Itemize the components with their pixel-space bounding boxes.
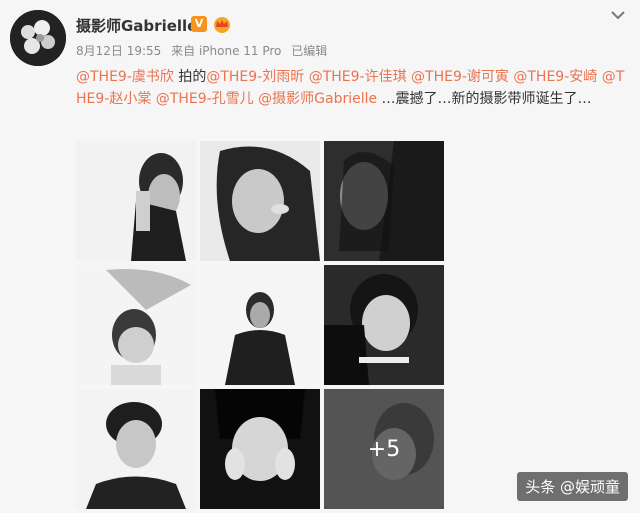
post-date[interactable]: 8月12日 19:55 [76,44,161,58]
more-photos-count: +5 [324,389,444,509]
post-text: @THE9-虞书欣 拍的@THE9-刘雨昕 @THE9-许佳琪 @THE9-谢可… [76,66,632,110]
photo-thumbnail[interactable] [324,141,444,261]
crown-icon [214,17,230,33]
watermark: 头条 @娱顽童 [517,472,628,501]
mention-link[interactable]: @THE9-谢可寅 [411,69,509,85]
post-meta: 8月12日 19:55 来自 iPhone 11 Pro 已编辑 [76,42,333,59]
mention-link[interactable]: @THE9-虞书欣 [76,69,174,85]
chevron-down-icon[interactable] [608,8,628,22]
mention-link[interactable]: @THE9-孔雪儿 [156,91,254,107]
text-fragment: …震撼了…新的摄影带师诞生了… [377,91,592,107]
mention-link[interactable]: @THE9-安崎 [513,69,597,85]
photo-thumbnail[interactable] [76,265,196,385]
mention-link[interactable]: @THE9-刘雨昕 [206,69,304,85]
avatar[interactable] [10,10,66,66]
post-source: 来自 iPhone 11 Pro [171,44,282,58]
photo-thumbnail[interactable] [324,265,444,385]
mention-link[interactable]: @THE9-许佳琪 [309,69,407,85]
photo-thumbnail[interactable] [76,389,196,509]
photo-thumbnail[interactable] [76,141,196,261]
photo-thumbnail[interactable] [200,141,320,261]
weibo-post-card: 摄影师Gabrielle V 8月12日 19:55 来自 iPhone 11 … [0,0,640,513]
photo-thumbnail[interactable] [200,389,320,509]
verified-badge-icon: V [191,16,207,32]
photo-thumbnail-more[interactable]: +5 [324,389,444,509]
username[interactable]: 摄影师Gabrielle [76,15,197,36]
mention-link[interactable]: @摄影师Gabrielle [258,91,377,107]
edited-label[interactable]: 已编辑 [291,44,327,58]
text-fragment: 拍的 [173,69,207,85]
photo-thumbnail[interactable] [200,265,320,385]
photo-grid: +5 [76,141,444,509]
